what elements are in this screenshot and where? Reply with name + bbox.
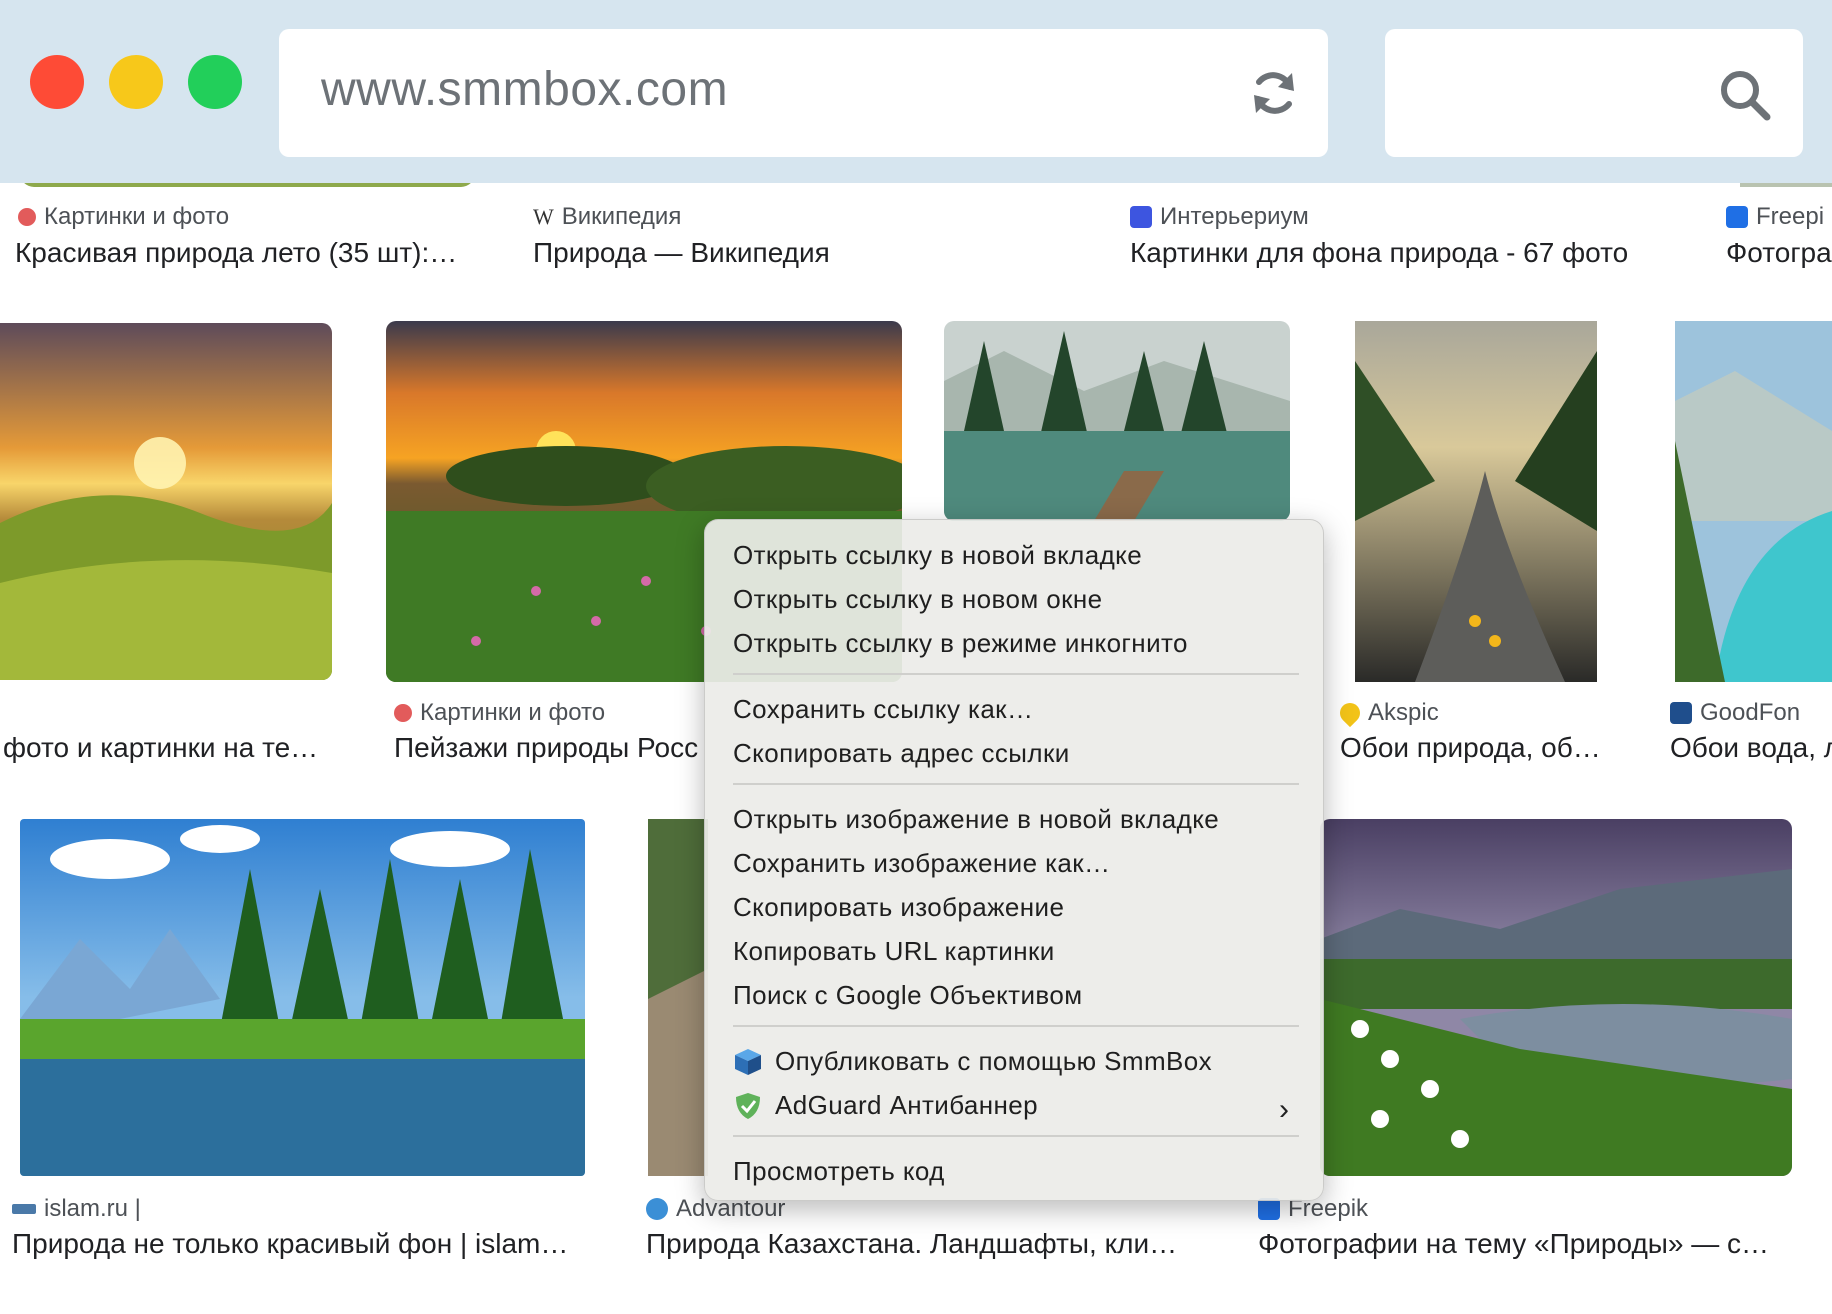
- source-favicon-icon: [18, 208, 36, 226]
- wikipedia-icon: W: [533, 204, 554, 229]
- result-source[interactable]: Картинки и фото: [18, 203, 229, 231]
- source-favicon-icon: [1670, 702, 1692, 724]
- result-title[interactable]: Фотогра: [1726, 237, 1832, 269]
- source-favicon-icon: [1726, 206, 1748, 228]
- result-image[interactable]: [1740, 183, 1832, 187]
- search-icon[interactable]: [1717, 67, 1773, 123]
- result-image[interactable]: [20, 183, 475, 187]
- reload-icon[interactable]: [1248, 67, 1300, 119]
- menu-inspect[interactable]: Просмотреть код: [733, 1156, 945, 1187]
- result-title[interactable]: Пейзажи природы Росс: [394, 732, 706, 764]
- window-close-button[interactable]: [30, 55, 84, 109]
- result-image[interactable]: [1355, 321, 1597, 682]
- menu-separator: [733, 783, 1299, 785]
- result-source[interactable]: Freepi: [1726, 203, 1824, 231]
- menu-separator: [733, 673, 1299, 675]
- menu-save-link-as[interactable]: Сохранить ссылку как…: [733, 694, 1033, 725]
- source-favicon-icon: [394, 704, 412, 722]
- browser-toolbar: www.smmbox.com: [0, 0, 1832, 183]
- chevron-right-icon[interactable]: ›: [1279, 1093, 1289, 1127]
- source-favicon-icon: [1258, 1198, 1280, 1220]
- result-title[interactable]: Обои вода, л: [1670, 732, 1832, 764]
- menu-save-image-as[interactable]: Сохранить изображение как…: [733, 848, 1110, 879]
- result-source[interactable]: W Википедия: [533, 203, 681, 231]
- menu-open-image-new-tab[interactable]: Открыть изображение в новой вкладке: [733, 804, 1219, 835]
- menu-open-link-incognito[interactable]: Открыть ссылку в режиме инкогнито: [733, 628, 1188, 659]
- menu-separator: [733, 1025, 1299, 1027]
- menu-adguard[interactable]: AdGuard Антибаннер: [733, 1090, 1038, 1121]
- result-image[interactable]: [0, 323, 332, 680]
- result-source[interactable]: Картинки и фото: [394, 699, 605, 727]
- result-title[interactable]: Красивая природа лето (35 шт):…: [15, 237, 485, 269]
- menu-publish-smmbox[interactable]: Опубликовать с помощью SmmBox: [733, 1046, 1212, 1077]
- result-title[interactable]: Природа не только красивый фон | islam…: [12, 1228, 592, 1260]
- result-image[interactable]: [20, 819, 585, 1176]
- source-favicon-icon: [12, 1204, 36, 1214]
- result-image[interactable]: [1320, 819, 1792, 1176]
- menu-copy-image-url[interactable]: Копировать URL картинки: [733, 936, 1055, 967]
- menu-open-link-new-tab[interactable]: Открыть ссылку в новой вкладке: [733, 540, 1142, 571]
- result-title[interactable]: Обои природа, об…: [1340, 732, 1640, 764]
- address-text[interactable]: www.smmbox.com: [321, 62, 728, 117]
- result-title[interactable]: Картинки для фона природа - 67 фото: [1130, 237, 1690, 269]
- result-image[interactable]: [944, 321, 1290, 521]
- result-title[interactable]: Природа — Википедия: [533, 237, 933, 269]
- result-image[interactable]: [648, 819, 708, 1176]
- source-favicon-icon: [1130, 206, 1152, 228]
- result-source[interactable]: Akspic: [1335, 698, 1439, 728]
- result-source[interactable]: Интерьериум: [1130, 203, 1309, 231]
- result-image[interactable]: [1675, 321, 1832, 682]
- address-bar[interactable]: www.smmbox.com: [279, 29, 1328, 157]
- adguard-icon: [736, 1092, 760, 1119]
- result-title[interactable]: Фотографии на тему «Природы» — с…: [1258, 1228, 1818, 1260]
- result-title[interactable]: фото и картинки на те…: [3, 732, 333, 764]
- window-maximize-button[interactable]: [188, 55, 242, 109]
- menu-copy-link-address[interactable]: Скопировать адрес ссылки: [733, 738, 1070, 769]
- smmbox-icon: [735, 1048, 761, 1075]
- result-source[interactable]: islam.ru |: [12, 1195, 141, 1223]
- menu-search-google-lens[interactable]: Поиск с Google Объективом: [733, 980, 1082, 1011]
- window-minimize-button[interactable]: [109, 55, 163, 109]
- menu-separator: [733, 1135, 1299, 1137]
- menu-copy-image[interactable]: Скопировать изображение: [733, 892, 1064, 923]
- result-source[interactable]: GoodFon: [1670, 699, 1800, 727]
- search-box[interactable]: [1385, 29, 1803, 157]
- result-title[interactable]: Природа Казахстана. Ландшафты, кли…: [646, 1228, 1206, 1260]
- source-favicon-icon: [646, 1198, 668, 1220]
- menu-open-link-new-window[interactable]: Открыть ссылку в новом окне: [733, 584, 1102, 615]
- source-favicon-icon: [1335, 698, 1365, 728]
- context-menu: Открыть ссылку в новой вкладке Открыть с…: [704, 519, 1324, 1201]
